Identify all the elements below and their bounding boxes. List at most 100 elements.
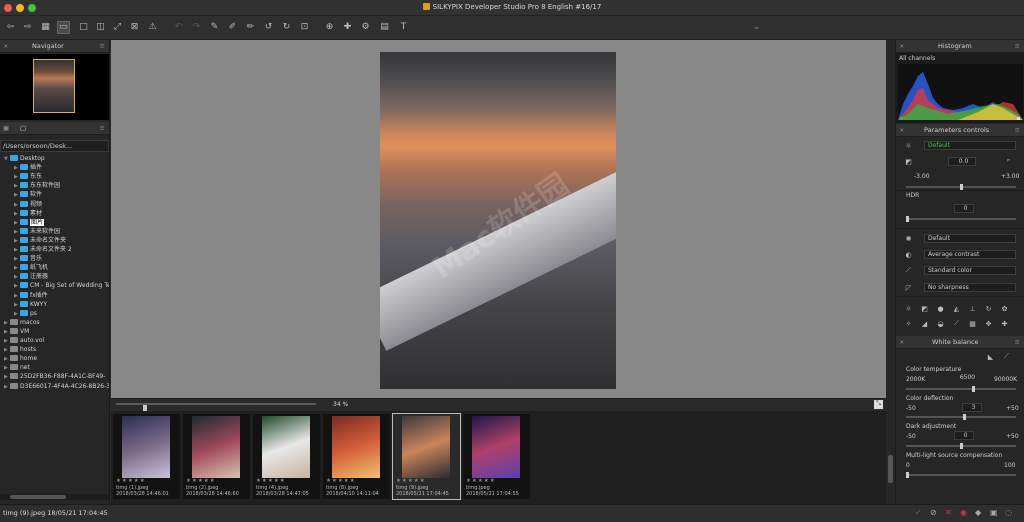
eyedropper-icon[interactable]: ⟋ (1002, 352, 1011, 361)
copy-params-icon[interactable]: ✎ (208, 21, 221, 34)
rating-stars[interactable]: ★★★★★ (326, 478, 356, 484)
heal-icon[interactable]: ✚ (341, 21, 354, 34)
close-icon[interactable]: × (899, 126, 904, 134)
rating-stars[interactable]: ★★★★★ (256, 478, 286, 484)
multi-slider-knob[interactable] (906, 472, 909, 478)
redo-icon[interactable]: ↷ (190, 21, 203, 34)
sharpness-select[interactable]: No sharpness (924, 283, 1016, 292)
transform-icon[interactable]: ✥ (984, 319, 993, 328)
tree-item[interactable]: ▶ home (4, 354, 37, 363)
navigator-thumbnail[interactable] (0, 54, 109, 120)
panel-menu-icon[interactable]: ≡ (1015, 126, 1020, 134)
defl-input[interactable]: 3 (962, 403, 982, 412)
grid-icon[interactable]: ▦ (968, 319, 977, 328)
compare-view-icon[interactable]: ◫ (94, 21, 107, 34)
tree-item[interactable]: ▶ CM - Big Set of Wedding Te (14, 281, 109, 290)
color-select[interactable]: Standard color (924, 266, 1016, 275)
single-view-icon[interactable]: ▭ (57, 21, 70, 34)
paste-params-icon[interactable]: ✐ (226, 21, 239, 34)
noise-icon[interactable]: ☼ (904, 304, 913, 313)
brush-icon[interactable]: ⟋ (952, 319, 961, 328)
tree-item[interactable]: ▶ VM (4, 327, 29, 336)
rotate-left-icon[interactable]: ↺ (262, 21, 275, 34)
reject-icon[interactable]: ✓ (915, 508, 922, 517)
scroll-thumb[interactable] (888, 455, 893, 483)
tree-item[interactable]: ▶ 未命名文件夹 2 (14, 245, 72, 254)
close-icon[interactable]: × (899, 338, 904, 346)
scroll-thumb[interactable] (10, 495, 66, 499)
navigator-image[interactable] (33, 59, 75, 113)
tree-item[interactable]: ▶ 东东 (14, 172, 42, 181)
fit-screen-icon[interactable]: ⤢ (111, 21, 124, 34)
tree-item[interactable]: ▶ 插件 (14, 163, 42, 172)
tag-icon[interactable]: ⊘ (930, 508, 937, 517)
level-icon[interactable]: ⊥ (968, 304, 977, 313)
hdr-slider-knob[interactable] (906, 216, 909, 222)
filmstrip-thumb[interactable]: ★★★★★ timg (1).jpeg 2018/03/28 14:46:01 (113, 414, 180, 499)
text-tool-icon[interactable]: T (397, 21, 410, 34)
lens-icon[interactable]: ◭ (952, 304, 961, 313)
temp-slider[interactable] (906, 386, 1016, 392)
rotate-right-icon[interactable]: ↻ (280, 21, 293, 34)
exposure-auto-icon[interactable]: ᴾ (1004, 157, 1013, 166)
tree-item[interactable]: ▶ fx插件 (14, 291, 48, 300)
grid-view-icon[interactable]: ▦ (39, 21, 52, 34)
tree-item[interactable]: ▶ hosts (4, 345, 36, 354)
multi-slider[interactable] (906, 472, 1016, 478)
panel-menu-icon[interactable]: ≡ (1015, 338, 1020, 346)
tree-item[interactable]: ▶ 音乐 (14, 254, 42, 263)
path-field[interactable]: /Users/orsoon/Desk... (0, 140, 109, 152)
hdr-slider[interactable] (906, 216, 1016, 222)
tone-select[interactable]: Default (924, 234, 1016, 243)
close-icon[interactable]: × (3, 42, 8, 50)
label-icon[interactable]: ◆ (975, 508, 981, 517)
mark-icon[interactable]: ◉ (960, 508, 967, 517)
contrast-select[interactable]: Average contrast (924, 250, 1016, 259)
tree-item[interactable]: ▶ 图片 (14, 218, 45, 227)
horizontal-scrollbar[interactable] (0, 494, 109, 500)
tree-item[interactable]: ▶ ps (14, 309, 37, 318)
rotate-icon[interactable]: ↻ (984, 304, 993, 313)
tree-item[interactable]: ▶ 未来软件园 (14, 227, 60, 236)
tree-item[interactable]: ▶ D3E66017-4F4A-4C26-8B26-3 (4, 382, 109, 391)
temp-input[interactable]: 6500 (954, 374, 978, 383)
heal-icon[interactable]: ✚ (1000, 319, 1009, 328)
spot-icon[interactable]: ⊕ (323, 21, 336, 34)
rating-stars[interactable]: ★★★★★ (186, 478, 216, 484)
histogram-channel[interactable]: All channels (899, 55, 935, 62)
settings-icon[interactable]: ◌ (1005, 508, 1012, 517)
tree-item[interactable]: ▶ 纸飞机 (14, 263, 48, 272)
hdr-input[interactable]: 0 (954, 204, 974, 213)
temp-slider-knob[interactable] (972, 386, 975, 392)
list-tab-icon[interactable]: ▢ (20, 124, 26, 132)
highlight-icon[interactable]: ✧ (904, 319, 913, 328)
fringe-icon[interactable]: ✿ (1000, 304, 1009, 313)
tree-item[interactable]: ▶ 注册器 (14, 272, 48, 281)
filmstrip-thumb[interactable]: ★★★★★ timg (8).jpeg 2018/04/10 14:11:04 (323, 414, 390, 499)
rating-stars[interactable]: ★★★★★ (466, 478, 496, 484)
tree-item[interactable]: ▶ 素材 (14, 209, 42, 218)
defl-slider-knob[interactable] (963, 414, 966, 420)
preview-photo[interactable]: Mac软件园 (380, 52, 616, 389)
thumbnail-image[interactable] (122, 416, 170, 478)
tree-item[interactable]: ▶ KWYY (14, 300, 47, 309)
develop-icon[interactable]: ⚙ (359, 21, 372, 34)
full-view-icon[interactable]: □ (77, 21, 90, 34)
info-icon[interactable]: ▣ (990, 508, 998, 517)
saturation-icon[interactable]: ● (936, 304, 945, 313)
thumbnail-image[interactable] (472, 416, 520, 478)
zoom-slider[interactable] (116, 403, 316, 411)
brush-icon[interactable]: ✏ (244, 21, 257, 34)
dark-slider-knob[interactable] (960, 443, 963, 449)
clarity-icon[interactable]: ◒ (936, 319, 945, 328)
thumbnail-image[interactable] (332, 416, 380, 478)
exposure-slider[interactable] (906, 184, 1016, 190)
filmstrip-thumb[interactable]: ★★★★★ timg.jpeg 2018/05/21 17:04:55 (463, 414, 530, 499)
expand-icon[interactable]: ⤡ (874, 400, 883, 409)
panel-menu-icon[interactable]: ≡ (100, 124, 105, 132)
defl-slider[interactable] (906, 414, 1016, 420)
tree-item[interactable]: ▶ auto.vol (4, 336, 44, 345)
warning-icon[interactable]: ⚠ (146, 21, 159, 34)
export-icon[interactable]: ▤ (378, 21, 391, 34)
tree-item[interactable]: ▶ net (4, 363, 30, 372)
